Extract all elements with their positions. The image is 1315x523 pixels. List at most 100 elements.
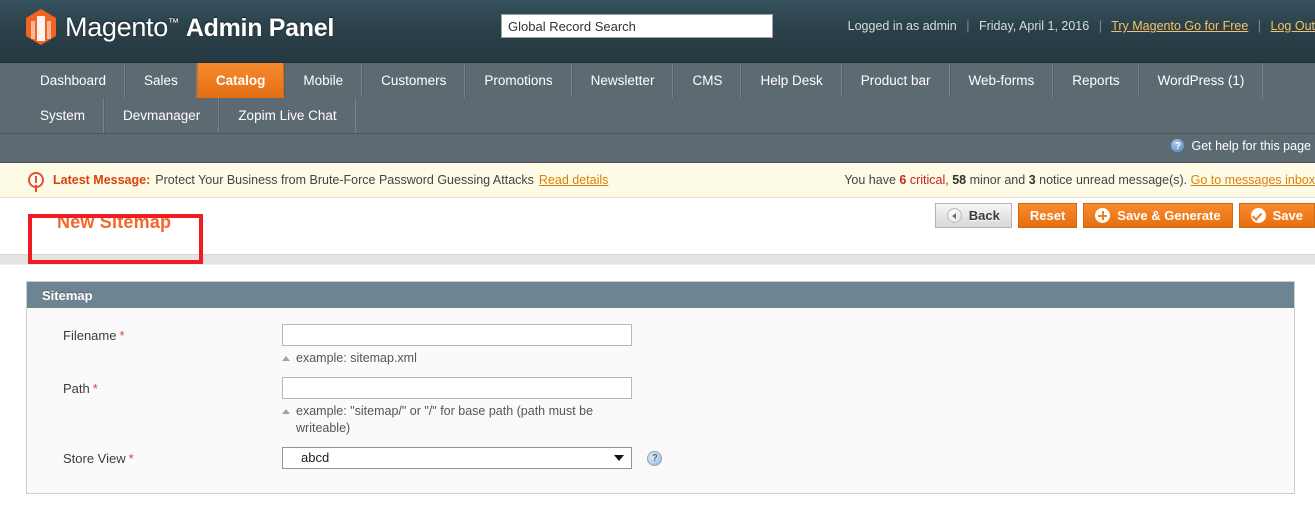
store-view-label-text: Store View <box>63 451 126 466</box>
page-title: New Sitemap <box>57 212 172 232</box>
page-action-buttons: Back Reset Save & Generate Save <box>934 203 1315 228</box>
store-view-help-icon[interactable]: ? <box>647 450 663 466</box>
sitemap-panel: Sitemap Filename * example: sitemap.xml P… <box>26 281 1295 494</box>
filename-label: Filename * <box>27 324 282 343</box>
filename-hint: example: sitemap.xml <box>282 350 627 367</box>
global-search-input[interactable] <box>501 14 773 38</box>
sitemap-panel-heading: Sitemap <box>27 282 1294 308</box>
filename-label-text: Filename <box>63 328 117 343</box>
latest-message-text: Protect Your Business from Brute-Force P… <box>155 173 534 187</box>
nav-item-zopim-live-chat[interactable]: Zopim Live Chat <box>219 98 356 133</box>
path-required-marker: * <box>92 381 98 396</box>
store-view-field-row: Store View * abcd ? <box>27 447 1294 469</box>
nav-item-devmanager[interactable]: Devmanager <box>104 98 220 133</box>
nav-item-system[interactable]: System <box>22 98 105 133</box>
logo-text: Magento™ Admin Panel <box>65 12 334 43</box>
nav-item-catalog[interactable]: Catalog <box>196 63 285 98</box>
reset-button[interactable]: Reset <box>1017 203 1078 228</box>
back-button-label: Back <box>968 208 1000 223</box>
nav-item-help-desk[interactable]: Help Desk <box>741 63 842 98</box>
back-arrow-icon <box>946 208 962 223</box>
path-hint: example: "sitemap/" or "/" for base path… <box>282 403 627 437</box>
save-button[interactable]: Save <box>1238 203 1315 228</box>
filename-field-row: Filename * example: sitemap.xml <box>27 324 1294 367</box>
magento-logo: Magento™ Admin Panel <box>26 9 334 45</box>
nav-row-primary: Dashboard Sales Catalog Mobile Customers… <box>22 63 1315 98</box>
path-input[interactable] <box>282 377 632 399</box>
logo-word-admin-panel: Admin Panel <box>185 13 335 42</box>
hint-arrow-icon <box>282 409 290 414</box>
get-help-label: Get help for this page <box>1191 138 1311 153</box>
link-separator-1: | <box>966 19 970 33</box>
save-and-generate-label: Save & Generate <box>1117 208 1221 223</box>
latest-message-left: Latest Message: Protect Your Business fr… <box>0 172 608 188</box>
reset-button-label: Reset <box>1029 208 1066 223</box>
chevron-down-icon <box>614 455 624 461</box>
sitemap-form: Filename * example: sitemap.xml Path * e… <box>27 308 1294 493</box>
question-mark-icon: ? <box>1170 138 1186 153</box>
unread-prefix: You have <box>844 173 896 187</box>
logo-word-magento: Magento <box>65 11 168 42</box>
link-separator-3: | <box>1257 19 1262 33</box>
path-label: Path * <box>27 377 282 396</box>
filename-input[interactable] <box>282 324 632 346</box>
nav-item-web-forms[interactable]: Web-forms <box>949 63 1054 98</box>
link-separator-2: | <box>1098 19 1102 33</box>
app-header: Magento™ Admin Panel Logged in as admin … <box>0 0 1315 63</box>
nav-item-mobile[interactable]: Mobile <box>284 63 363 98</box>
path-control: example: "sitemap/" or "/" for base path… <box>282 377 1294 437</box>
warning-icon <box>28 172 44 188</box>
page-content: Sitemap Filename * example: sitemap.xml P… <box>0 265 1315 494</box>
current-date: Friday, April 1, 2016 <box>978 19 1090 33</box>
store-view-select[interactable]: abcd <box>282 447 632 469</box>
critical-count: 6 <box>899 173 907 187</box>
nav-item-product-bar[interactable]: Product bar <box>841 63 950 98</box>
filename-hint-text: example: sitemap.xml <box>296 351 417 365</box>
unread-messages-summary: You have 6 critical, 58 minor and 3 noti… <box>844 173 1315 187</box>
save-button-label: Save <box>1272 208 1303 223</box>
latest-message-label: Latest Message: <box>53 173 151 187</box>
help-row: ? Get help for this page <box>0 134 1315 163</box>
messages-inbox-link[interactable]: Go to messages inbox <box>1191 173 1315 187</box>
page-title-row: New Sitemap Back Reset Save & Generate S… <box>0 198 1315 254</box>
nav-item-reports[interactable]: Reports <box>1053 63 1139 98</box>
logo-trademark: ™ <box>167 16 179 29</box>
store-view-label: Store View * <box>27 447 282 466</box>
nav-item-promotions[interactable]: Promotions <box>465 63 572 98</box>
nav-item-dashboard[interactable]: Dashboard <box>22 63 126 98</box>
filename-required-marker: * <box>119 328 125 343</box>
back-button[interactable]: Back <box>934 203 1012 228</box>
plus-icon <box>1095 208 1111 223</box>
nav-row-secondary: System Devmanager Zopim Live Chat <box>22 98 1315 133</box>
nav-item-newsletter[interactable]: Newsletter <box>571 63 674 98</box>
title-divider <box>0 254 1315 265</box>
notice-count: 3 <box>1028 173 1036 187</box>
store-view-required-marker: * <box>128 451 134 466</box>
minor-word: minor and <box>969 173 1026 187</box>
hint-arrow-icon <box>282 356 290 361</box>
check-icon <box>1250 208 1266 223</box>
nav-item-sales[interactable]: Sales <box>125 63 197 98</box>
minor-count: 58 <box>952 173 967 187</box>
store-view-selected-value: abcd <box>282 447 632 469</box>
nav-item-customers[interactable]: Customers <box>362 63 466 98</box>
save-and-generate-button[interactable]: Save & Generate <box>1083 203 1233 228</box>
latest-message-bar: Latest Message: Protect Your Business fr… <box>0 163 1315 198</box>
header-user-links: Logged in as admin | Friday, April 1, 20… <box>848 19 1315 33</box>
read-details-link[interactable]: Read details <box>539 173 609 187</box>
nav-item-wordpress[interactable]: WordPress (1) <box>1138 63 1264 98</box>
main-navigation: Dashboard Sales Catalog Mobile Customers… <box>0 63 1315 134</box>
logged-in-label: Logged in as admin <box>847 19 957 33</box>
critical-word: critical, <box>909 173 949 187</box>
magento-hexagon-icon <box>26 9 56 45</box>
filename-control: example: sitemap.xml <box>282 324 1294 367</box>
path-hint-text: example: "sitemap/" or "/" for base path… <box>296 404 594 435</box>
notice-word: notice unread message(s). <box>1039 173 1188 187</box>
try-magento-go-link[interactable]: Try Magento Go for Free <box>1111 19 1248 33</box>
nav-item-cms[interactable]: CMS <box>673 63 742 98</box>
path-label-text: Path <box>63 381 90 396</box>
get-help-link[interactable]: ? Get help for this page <box>1170 138 1311 153</box>
store-view-control: abcd ? <box>282 447 1294 469</box>
path-field-row: Path * example: "sitemap/" or "/" for bas… <box>27 377 1294 437</box>
log-out-link[interactable]: Log Out <box>1271 19 1315 33</box>
